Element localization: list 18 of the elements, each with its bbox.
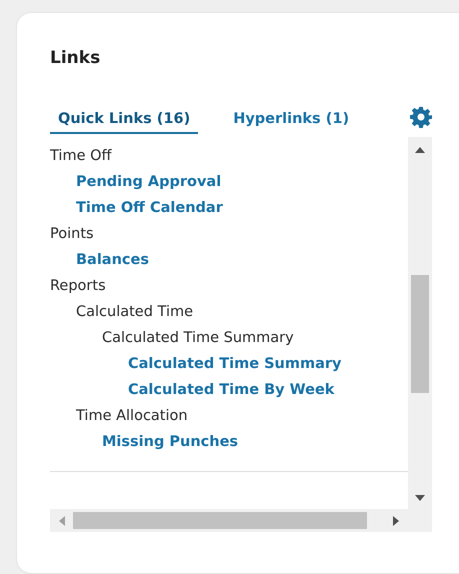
panel-title: Links <box>50 47 102 70</box>
quick-link[interactable]: Missing Punches <box>50 429 408 455</box>
quick-link[interactable]: Balances <box>50 247 408 273</box>
quick-link[interactable]: Calculated Time Summary <box>50 351 408 377</box>
tree-heading: Points <box>50 225 95 244</box>
tab[interactable]: Quick Links (16) <box>50 111 198 134</box>
tab[interactable]: Hyperlinks (1) <box>225 111 358 134</box>
tree-heading: Reports <box>50 277 107 296</box>
tree-heading: Time Allocation <box>75 407 189 426</box>
quick-link[interactable]: Calculated Time By Week <box>50 377 408 403</box>
settings-icon[interactable] <box>410 106 432 128</box>
tree-heading: Calculated Time <box>75 303 194 322</box>
horizontal-scrollbar[interactable] <box>50 509 408 532</box>
tree-heading: Time Off <box>50 147 113 166</box>
quick-link[interactable]: Pending Approval <box>50 169 408 195</box>
tree-heading: Calculated Time Summary <box>101 329 295 348</box>
quick-link[interactable]: Time Off Calendar <box>50 195 408 221</box>
vertical-scrollbar[interactable] <box>408 137 432 509</box>
